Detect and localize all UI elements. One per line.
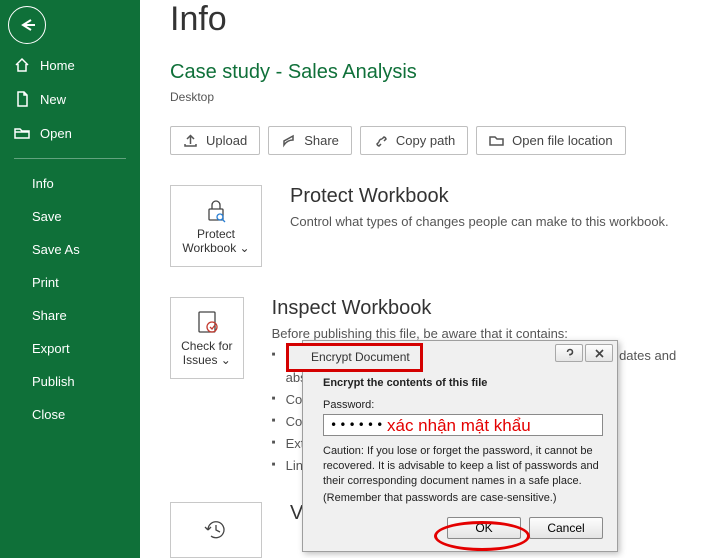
page-title: Info [170,0,715,39]
close-icon [594,348,605,359]
history-icon [203,517,229,543]
sidebar-item-new[interactable]: New [0,82,140,116]
sidebar-item-info[interactable]: Info [0,167,140,200]
button-label: Copy path [396,133,455,148]
sidebar-item-home[interactable]: Home [0,48,140,82]
sidebar-item-label: Close [32,407,65,422]
home-icon [14,57,30,73]
tile-label: Check for Issues ⌄ [171,339,243,368]
button-label: Open file location [512,133,612,148]
sidebar-item-label: Print [32,275,59,290]
new-file-icon [14,91,30,107]
document-title: Case study - Sales Analysis [170,61,715,84]
arrow-left-icon [18,16,36,34]
section-heading: Protect Workbook [290,185,669,208]
sidebar-separator [14,158,126,159]
sidebar-item-label: Share [32,308,67,323]
protect-section: Protect Workbook ⌄ Protect Workbook Cont… [170,185,715,267]
sidebar-item-publish[interactable]: Publish [0,365,140,398]
folder-icon [489,133,504,148]
document-location: Desktop [170,90,715,104]
dialog-header: Encrypt the contents of this file [323,377,603,389]
sidebar-item-close[interactable]: Close [0,398,140,431]
check-document-icon [194,309,220,335]
ok-button[interactable]: OK [447,517,521,539]
sidebar-item-label: Open [40,126,72,141]
share-icon [281,133,296,148]
sidebar-item-save[interactable]: Save [0,200,140,233]
sidebar-item-label: Info [32,176,54,191]
upload-button[interactable]: Upload [170,126,260,155]
help-icon [564,348,575,359]
dialog-button-row: OK Cancel [303,517,617,551]
tile-label: Protect Workbook ⌄ [171,227,261,256]
section-desc: Control what types of changes people can… [290,214,669,229]
sidebar-item-print[interactable]: Print [0,266,140,299]
dialog-title-highlight: Encrypt Document [286,343,423,372]
upload-icon [183,133,198,148]
password-input[interactable] [323,414,603,436]
share-button[interactable]: Share [268,126,352,155]
dialog-caution: Caution: If you lose or forget the passw… [323,444,603,489]
check-issues-tile[interactable]: Check for Issues ⌄ [170,297,244,379]
protect-body: Protect Workbook Control what types of c… [290,185,669,267]
cancel-button[interactable]: Cancel [529,517,603,539]
sidebar-item-label: Save [32,209,62,224]
dialog-close-button[interactable] [585,344,613,362]
dialog-help-button[interactable] [555,344,583,362]
sidebar-item-label: Home [40,58,75,73]
sidebar-item-export[interactable]: Export [0,332,140,365]
sidebar-item-save-as[interactable]: Save As [0,233,140,266]
sidebar-item-label: Publish [32,374,75,389]
copy-path-button[interactable]: Copy path [360,126,468,155]
backstage-sidebar: Home New Open Info Save Save As Print Sh… [0,0,140,558]
dialog-controls [555,344,613,362]
action-row: Upload Share Copy path Open file locatio… [170,126,715,155]
section-lead: Before publishing this file, be aware th… [272,326,715,341]
lock-icon [203,197,229,223]
sidebar-item-share[interactable]: Share [0,299,140,332]
sidebar-item-label: Export [32,341,70,356]
chevron-down-icon: ⌄ [240,241,250,255]
link-icon [373,133,388,148]
sidebar-item-open[interactable]: Open [0,116,140,150]
dialog-title: Encrypt Document [311,350,410,364]
sidebar-item-label: New [40,92,66,107]
password-label: Password: [323,399,603,411]
back-button[interactable] [8,6,46,44]
folder-open-icon [14,125,30,141]
open-file-location-button[interactable]: Open file location [476,126,625,155]
button-label: Upload [206,133,247,148]
sidebar-item-label: Save As [32,242,80,257]
chevron-down-icon: ⌄ [221,353,231,367]
section-heading: Inspect Workbook [272,297,715,320]
protect-workbook-tile[interactable]: Protect Workbook ⌄ [170,185,262,267]
button-label: Share [304,133,339,148]
dialog-remember: (Remember that passwords are case-sensit… [323,491,603,506]
version-history-tile[interactable] [170,502,262,558]
